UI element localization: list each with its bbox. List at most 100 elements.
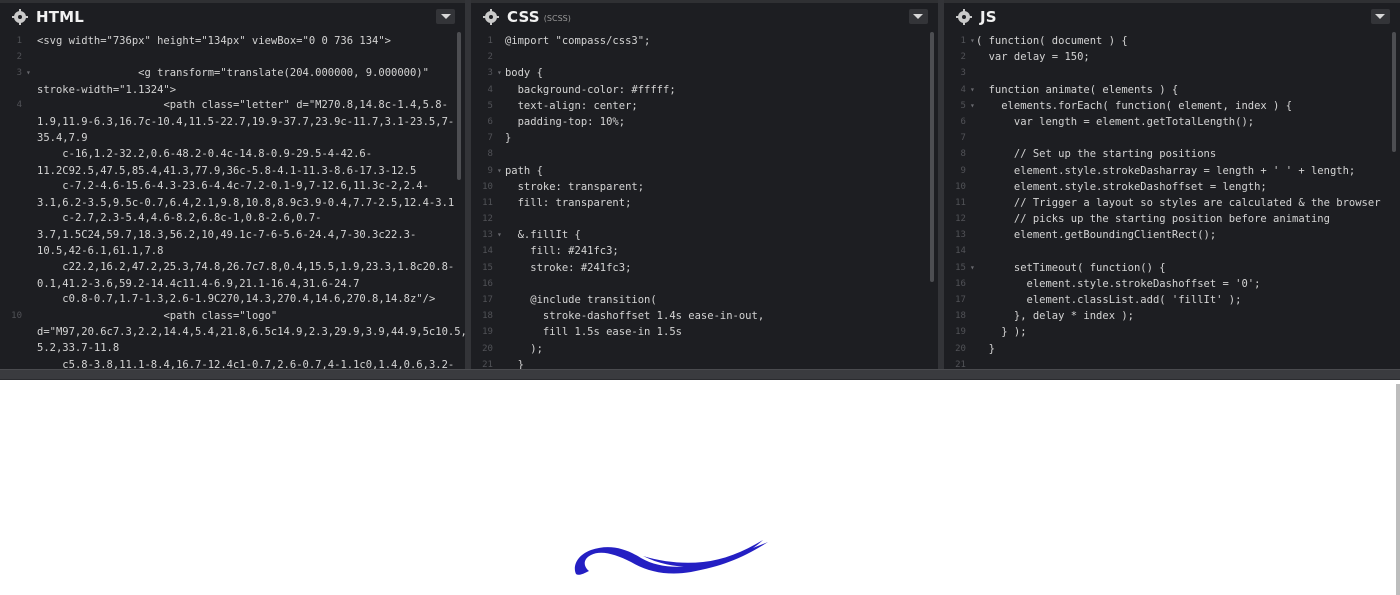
code-line[interactable]: 15 ▾ setTimeout( function() { <box>944 260 1400 276</box>
line-number: 19 <box>955 327 966 338</box>
css-panel-title: CSS <box>506 7 540 26</box>
line-number: 16 <box>482 278 493 289</box>
code-line[interactable]: 21 <box>944 357 1400 369</box>
editor-preview-resizer[interactable] <box>0 369 1400 380</box>
code-line[interactable]: 20 } <box>944 341 1400 357</box>
code-line[interactable]: 2 <box>471 49 938 65</box>
code-text: } ); <box>975 326 1027 339</box>
gear-icon[interactable] <box>12 8 28 25</box>
code-line[interactable]: 4 <path class="letter" d="M270.8,14.8c-1… <box>0 97 465 146</box>
preview-scrollbar[interactable] <box>1396 384 1400 595</box>
code-line[interactable]: 14 fill: #241fc3; <box>471 243 938 259</box>
code-text: setTimeout( function() { <box>975 261 1166 274</box>
code-line[interactable]: 2 <box>0 49 465 65</box>
code-line[interactable]: 15 stroke: #241fc3; <box>471 260 938 276</box>
code-line[interactable]: 1 ▾( function( document ) { <box>944 33 1400 49</box>
line-number: 7 <box>960 133 966 144</box>
code-line[interactable]: 19 fill 1.5s ease-in 1.5s <box>471 324 938 340</box>
code-line[interactable]: 9 element.style.strokeDasharray = length… <box>944 163 1400 179</box>
code-line[interactable]: 18 stroke-dashoffset 1.4s ease-in-out, <box>471 308 938 324</box>
html-code-editor[interactable]: 1 <svg width="736px" height="134px" viewB… <box>0 33 465 369</box>
code-line[interactable]: 3 ▾ body { <box>471 65 938 81</box>
code-line[interactable]: 20 ); <box>471 341 938 357</box>
code-line[interactable]: 6 var length = element.getTotalLength(); <box>944 114 1400 130</box>
code-line[interactable]: 5 text-align: center; <box>471 98 938 114</box>
code-line[interactable]: 10 stroke: transparent; <box>471 179 938 195</box>
fold-arrow-icon[interactable]: ▾ <box>497 65 502 81</box>
code-line[interactable]: c0.8-0.7,1.7-1.3,2.6-1.9C270,14.3,270.4,… <box>0 291 465 307</box>
line-number: 17 <box>955 295 966 305</box>
code-line[interactable]: 5 ▾ elements.forEach( function( element, … <box>944 98 1400 114</box>
code-text: elements.forEach( function( element, ind… <box>975 99 1293 112</box>
code-text: } <box>975 342 995 355</box>
line-number: 6 <box>487 116 493 127</box>
code-line[interactable]: 18 }, delay * index ); <box>944 308 1400 324</box>
code-line[interactable]: 3 ▾ <g transform="translate(204.000000, 9… <box>0 65 465 97</box>
code-line[interactable]: 19 } ); <box>944 324 1400 340</box>
code-text: c22.2,16.2,47.2,25.3,74.8,26.7c7.8,0.4,1… <box>37 261 455 290</box>
code-line[interactable]: 9 ▾ path { <box>471 163 938 179</box>
logo-swoosh-graphic <box>574 540 768 575</box>
line-number: 6 <box>960 116 966 127</box>
code-line[interactable]: 11 // Trigger a layout so styles are cal… <box>944 195 1400 211</box>
html-editor-scrollbar[interactable] <box>457 32 461 180</box>
code-text: element.classList.add( 'fillIt' ); <box>975 294 1242 306</box>
js-editor-scrollbar[interactable] <box>1391 32 1396 152</box>
code-line[interactable]: 17 element.classList.add( 'fillIt' ); <box>944 292 1400 308</box>
code-text: element.style.strokeDashoffset = length; <box>975 180 1267 193</box>
code-text: } <box>504 132 512 145</box>
code-line[interactable]: 13 element.getBoundingClientRect(); <box>944 227 1400 243</box>
js-code-editor[interactable]: 1 ▾( function( document ) {2 var delay = … <box>944 33 1400 369</box>
code-line[interactable]: 16 element.style.strokeDashoffset = '0'; <box>944 276 1400 292</box>
code-line[interactable]: 1 @import "compass/css3"; <box>471 33 938 49</box>
code-line[interactable]: c22.2,16.2,47.2,25.3,74.8,26.7c7.8,0.4,1… <box>0 259 465 291</box>
fold-arrow-icon[interactable]: ▾ <box>970 98 975 114</box>
fold-arrow-icon[interactable]: ▾ <box>26 65 31 81</box>
code-line[interactable]: 11 fill: transparent; <box>471 195 938 211</box>
code-line[interactable]: c-16,1.2-32.2,0.6-48.2-0.4c-14.8-0.9-29.… <box>0 146 465 178</box>
fold-arrow-icon[interactable]: ▾ <box>970 33 975 49</box>
code-line[interactable]: 10 <path class="logo" d="M97,20.6c7.3,2.… <box>0 308 465 357</box>
code-line[interactable]: 14 <box>944 243 1400 259</box>
line-number: 3 <box>487 68 493 79</box>
fold-arrow-icon[interactable]: ▾ <box>497 227 502 243</box>
line-number: 12 <box>955 214 966 225</box>
fold-arrow-icon[interactable]: ▾ <box>970 82 975 98</box>
code-line[interactable]: 16 <box>471 276 938 292</box>
fold-arrow-icon[interactable]: ▾ <box>497 163 502 179</box>
code-text: <path class="letter" d="M270.8,14.8c-1.4… <box>37 99 455 144</box>
html-collapse-button[interactable] <box>436 9 455 24</box>
code-line[interactable]: 3 <box>944 65 1400 81</box>
css-editor-scrollbar[interactable] <box>929 32 934 282</box>
code-line[interactable]: 21 } <box>471 357 938 369</box>
line-number: 1 <box>960 36 966 46</box>
code-text: stroke-dashoffset 1.4s ease-in-out, <box>504 310 765 323</box>
code-line[interactable]: 12 <box>471 211 938 227</box>
code-line[interactable]: 12 // picks up the starting position bef… <box>944 211 1400 227</box>
code-line[interactable]: c-2.7,2.3-5.4,4.6-8.2,6.8c-1,0.8-2.6,0.7… <box>0 210 465 259</box>
code-line[interactable]: 7} <box>471 130 938 146</box>
line-number: 5 <box>487 100 493 111</box>
code-line[interactable]: c-7.2-4.6-15.6-4.3-23.6-4.4c-7.2-0.1-9,7… <box>0 178 465 210</box>
css-collapse-button[interactable] <box>908 9 928 24</box>
css-code-editor[interactable]: 1 @import "compass/css3"; 2 3 ▾ body {4 backg… <box>471 33 938 369</box>
code-line[interactable]: 6 padding-top: 10%; <box>471 114 938 130</box>
code-line[interactable]: 7 <box>944 130 1400 146</box>
gear-icon[interactable] <box>955 8 972 25</box>
fold-arrow-icon[interactable]: ▾ <box>970 260 975 276</box>
js-collapse-button[interactable] <box>1370 9 1390 24</box>
code-line[interactable]: c5.8-3.8,11.1-8.4,16.7-12.4c1-0.7,2.6-0.… <box>0 357 465 369</box>
code-line[interactable]: 13 ▾ &.fillIt { <box>471 227 938 243</box>
code-text: function animate( elements ) { <box>975 83 1179 96</box>
code-text: stroke: transparent; <box>504 180 645 193</box>
code-line[interactable]: 8 // Set up the starting positions <box>944 146 1400 162</box>
code-line[interactable]: 1 <svg width="736px" height="134px" viewB… <box>0 33 465 49</box>
code-line[interactable]: 8 <box>471 146 938 162</box>
line-number: 8 <box>487 149 493 160</box>
code-line[interactable]: 2 var delay = 150; <box>944 49 1400 65</box>
code-line[interactable]: 4 background-color: #fffff; <box>471 82 938 98</box>
code-line[interactable]: 10 element.style.strokeDashoffset = leng… <box>944 179 1400 195</box>
gear-icon[interactable] <box>482 8 499 25</box>
code-line[interactable]: 4 ▾ function animate( elements ) { <box>944 82 1400 98</box>
code-line[interactable]: 17 @include transition( <box>471 292 938 308</box>
